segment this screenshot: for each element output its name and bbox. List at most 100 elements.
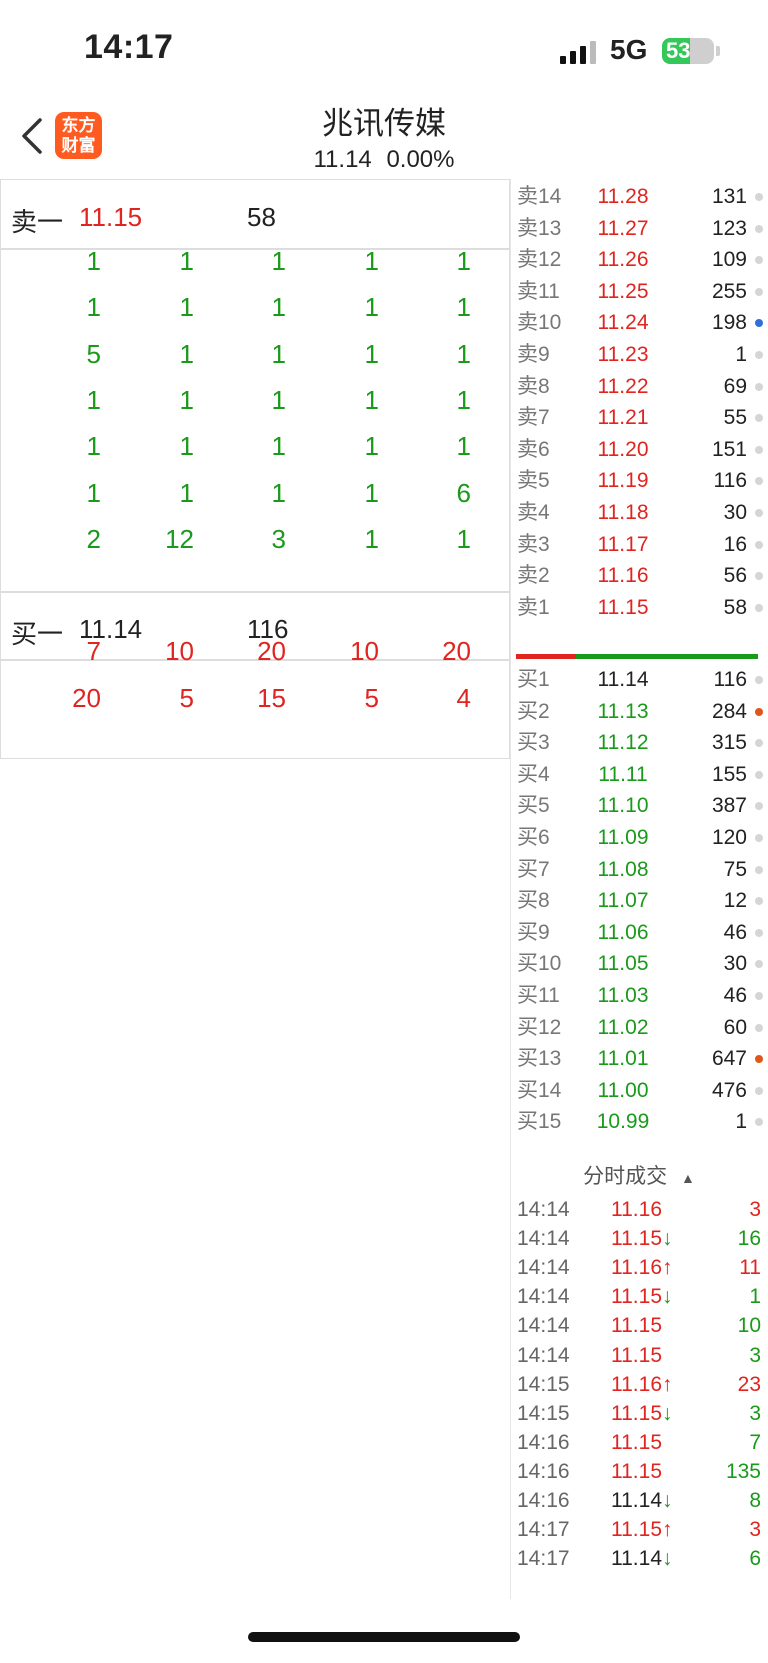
ask-queue-cell: 1	[364, 338, 379, 369]
tick-row: 14:14 11.16 3	[511, 1194, 768, 1225]
ask-queue-cell: 1	[271, 477, 286, 508]
level-label: 买6	[517, 826, 550, 849]
level-price: 11.19	[597, 469, 649, 493]
bid-level-row[interactable]: 买10 11.05 30	[511, 947, 768, 980]
ask-level-row[interactable]: 卖5 11.19 116	[511, 464, 768, 497]
level-volume: 12	[723, 889, 747, 913]
tick-row: 14:14 11.15↓ 1	[511, 1281, 768, 1312]
bid-level-row[interactable]: 买4 11.11 155	[511, 758, 768, 791]
ask-queue-cell: 1	[179, 246, 194, 276]
ask-level-row[interactable]: 卖11 11.25 255	[511, 275, 768, 308]
level-volume: 198	[711, 311, 747, 335]
home-indicator[interactable]	[248, 1632, 520, 1642]
tick-price: 11.15↓	[611, 1281, 673, 1312]
arrow-down-icon: ↓	[662, 1401, 673, 1425]
bid-level-row[interactable]: 买2 11.13 284	[511, 695, 768, 728]
status-time: 14:17	[84, 28, 174, 66]
tick-price: 11.14↓	[611, 1485, 673, 1516]
level-label: 买1	[517, 668, 550, 691]
tick-time: 14:14	[517, 1227, 570, 1251]
bid-level-row[interactable]: 买3 11.12 315	[511, 726, 768, 759]
tick-row: 14:17 11.14↓ 6	[511, 1543, 768, 1574]
level-label: 买5	[517, 794, 550, 818]
ask-queue-cell: 1	[364, 477, 379, 508]
tick-volume: 1	[749, 1285, 761, 1309]
ask-queue-cell: 1	[271, 431, 286, 462]
level-dot-icon	[755, 676, 763, 684]
level-volume: 16	[723, 532, 747, 556]
tick-time: 14:14	[517, 1256, 570, 1280]
level-volume: 116	[713, 469, 747, 493]
ask-level-row[interactable]: 卖9 11.23 1	[511, 338, 768, 371]
ask-level-row[interactable]: 卖2 11.16 56	[511, 559, 768, 592]
level-volume: 30	[723, 501, 747, 524]
level-dot-icon	[755, 572, 763, 581]
tick-volume: 16	[737, 1227, 761, 1251]
arrow-up-icon: ↑	[662, 1256, 673, 1280]
ticks-header[interactable]: 分时成交 ▲	[510, 1160, 768, 1190]
ask-level-row[interactable]: 卖14 11.28 131	[511, 180, 768, 213]
tick-price-value: 11.14	[611, 1489, 662, 1512]
stock-name: 兆讯传媒	[322, 106, 446, 141]
level-label: 卖11	[517, 279, 560, 303]
level-price: 11.18	[597, 501, 649, 524]
ask-queue-cell: 1	[271, 384, 286, 415]
ask-queue-cell: 1	[364, 384, 379, 415]
level-label: 买12	[517, 1015, 562, 1039]
bid-level-row[interactable]: 买13 11.01 647	[511, 1042, 768, 1075]
level-volume: 123	[711, 216, 747, 240]
bid-level-row[interactable]: 买9 11.06 46	[511, 916, 768, 949]
ask-level-row[interactable]: 卖1 11.15 58	[511, 591, 768, 624]
level-label: 买8	[517, 889, 550, 913]
ask-level-row[interactable]: 卖7 11.21 55	[511, 401, 768, 434]
level-volume: 60	[723, 1015, 747, 1039]
bid-level-row[interactable]: 买5 11.10 387	[511, 789, 768, 822]
ask-level-row[interactable]: 卖3 11.17 16	[511, 528, 768, 561]
ask-level-row[interactable]: 卖6 11.20 151	[511, 433, 768, 466]
tick-price-value: 11.15	[611, 1314, 662, 1338]
stock-change: 0.00%	[386, 146, 455, 173]
tick-time: 14:14	[517, 1285, 570, 1309]
tick-row: 14:15 11.16↑ 23	[511, 1369, 768, 1400]
tick-time: 14:16	[517, 1459, 570, 1483]
ask-queue-cell: 5	[86, 338, 101, 369]
bid-level-row[interactable]: 买14 11.00 476	[511, 1074, 768, 1107]
bid-level-row[interactable]: 买15 10.99 1	[511, 1105, 768, 1138]
level-label: 卖10	[517, 311, 562, 335]
ask-queue-cell: 1	[179, 431, 194, 462]
tick-price: 11.15	[611, 1427, 662, 1458]
level-dot-icon	[755, 603, 763, 612]
level-price: 11.27	[597, 216, 649, 240]
tick-price-value: 11.15	[611, 1401, 662, 1425]
level-volume: 284	[711, 699, 747, 723]
level-volume: 1	[735, 1110, 747, 1134]
ask-level-row[interactable]: 卖4 11.18 30	[511, 496, 768, 529]
ask-queue-cell: 1	[271, 246, 286, 276]
signal-icon	[560, 40, 600, 64]
bid-level-row[interactable]: 买6 11.09 120	[511, 821, 768, 854]
tick-volume: 11	[739, 1256, 761, 1280]
tick-volume: 6	[749, 1547, 761, 1571]
bid-level-row[interactable]: 买11 11.03 46	[511, 979, 768, 1012]
tick-time: 14:14	[517, 1343, 570, 1367]
level-dot-icon	[755, 960, 763, 969]
ask-level-row[interactable]: 卖12 11.26 109	[511, 243, 768, 276]
bid-level-row[interactable]: 买7 11.08 75	[511, 853, 768, 886]
order-book: 卖14 11.28 131 卖13 11.27 123 卖12 11.26 109 卖11 11.2…	[510, 179, 768, 1599]
level-label: 卖2	[517, 564, 550, 588]
ask-level-row[interactable]: 卖8 11.22 69	[511, 370, 768, 403]
tick-price-value: 11.16	[611, 1256, 662, 1280]
ask-level-row[interactable]: 卖10 11.24 198	[511, 306, 768, 339]
level-label: 卖9	[517, 343, 550, 366]
level-volume: 46	[723, 984, 747, 1007]
ask-queue-cell: 1	[86, 431, 101, 462]
ask-queue-cell: 1	[364, 246, 379, 276]
bid-level-row[interactable]: 买8 11.07 12	[511, 884, 768, 917]
tick-time: 14:17	[517, 1518, 570, 1542]
level-dot-icon	[755, 287, 763, 296]
level-price: 11.23	[597, 343, 649, 366]
ask-level-row[interactable]: 卖13 11.27 123	[511, 212, 768, 245]
ask-queue-cell: 1	[86, 477, 101, 508]
bid-level-row[interactable]: 买1 11.14 116	[511, 663, 768, 696]
bid-level-row[interactable]: 买12 11.02 60	[511, 1011, 768, 1044]
